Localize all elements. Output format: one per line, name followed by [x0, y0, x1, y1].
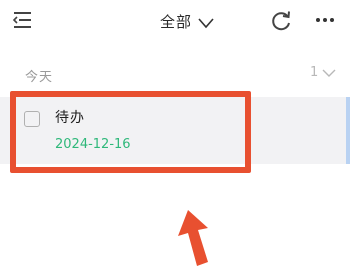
menu-icon[interactable] [11, 9, 35, 31]
section-today-label: 今天 [25, 70, 54, 85]
section-task-count: 1 [310, 65, 319, 80]
sync-icon[interactable] [270, 9, 292, 33]
highlight-annotation-box [10, 91, 251, 173]
section-collapse-toggle[interactable]: 1 [310, 65, 336, 80]
chevron-down-icon [322, 69, 336, 77]
app-screen: 全部 今天 1 待办 2024-12-16 [0, 0, 350, 266]
page-title: 全部 [160, 12, 193, 31]
pointer-arrow-icon [178, 210, 222, 266]
list-filter-dropdown[interactable]: 全部 [160, 9, 214, 33]
chevron-down-icon [198, 15, 214, 29]
top-bar: 全部 [0, 0, 350, 44]
more-dots-icon[interactable] [315, 10, 335, 30]
